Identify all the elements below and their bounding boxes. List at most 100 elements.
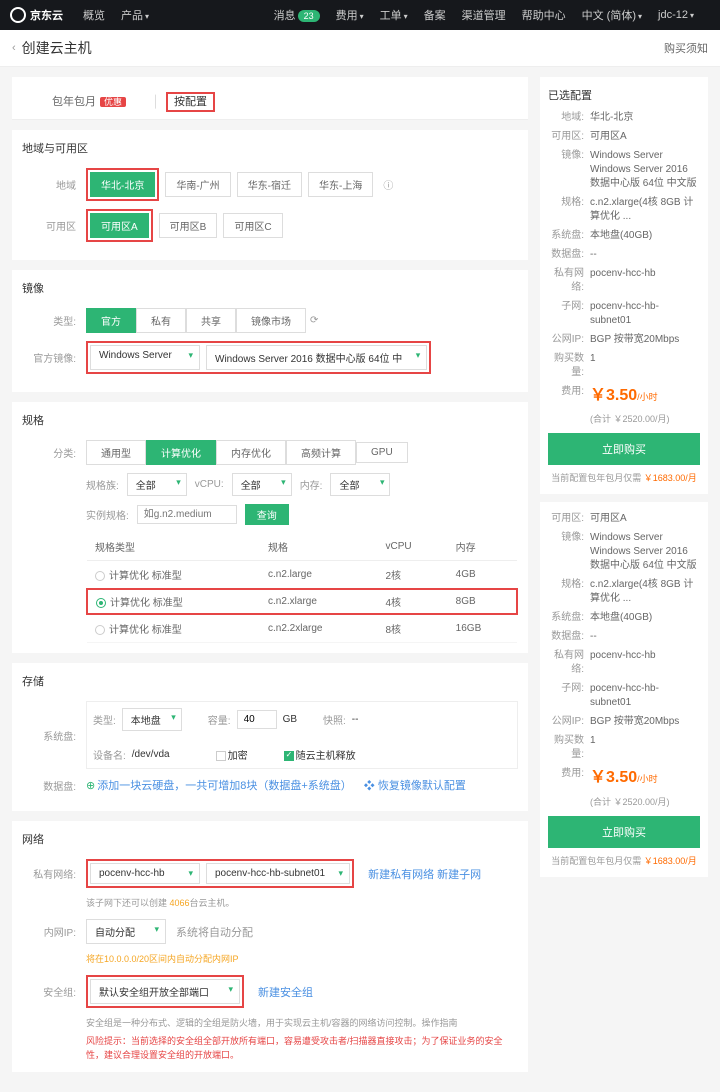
create-sg-link[interactable]: 新建安全组 bbox=[258, 984, 313, 1000]
summary-row: 公网IP:BGP 按带宽20Mbps bbox=[548, 715, 700, 729]
ip-range-hint: 将在10.0.0.0/20区间内自动分配内网IP bbox=[86, 952, 518, 965]
spec-radio[interactable] bbox=[95, 625, 105, 635]
nav-icp[interactable]: 备案 bbox=[424, 7, 446, 23]
nav-overview[interactable]: 概览 bbox=[83, 7, 105, 23]
label-sysdisk: 系统盘: bbox=[22, 728, 86, 743]
config-summary-1: 已选配置 地域:华北-北京可用区:可用区A镜像:Windows Server W… bbox=[540, 77, 708, 494]
fee-label-2: 费用: bbox=[548, 767, 590, 789]
nav-lang[interactable]: 中文 (简体)▾ bbox=[582, 7, 642, 23]
nav-user[interactable]: jdc-12▾ bbox=[658, 9, 694, 21]
sub-price: (合计 ￥2520.00/月) bbox=[590, 412, 700, 425]
add-datadisk-link[interactable]: ⊕添加一块云硬盘，一共可增加8块（数据盘+系统盘） bbox=[86, 777, 352, 793]
region-title: 地域与可用区 bbox=[22, 140, 518, 156]
image-type-market[interactable]: 镜像市场 bbox=[236, 308, 306, 333]
spec-cat-highfreq[interactable]: 高频计算 bbox=[286, 440, 356, 465]
region-chip-suqian[interactable]: 华东-宿迁 bbox=[237, 172, 302, 197]
section-network: 网络 私有网络: pocenv-hcc-hb pocenv-hcc-hb-sub… bbox=[12, 821, 528, 1072]
release-checkbox[interactable] bbox=[284, 751, 294, 761]
label-mem: 内存: bbox=[300, 477, 323, 492]
tab-prepaid[interactable]: 包年包月优惠 bbox=[42, 87, 136, 119]
sg-select[interactable]: 默认安全组开放全部端口 bbox=[90, 979, 240, 1004]
promo-badge: 优惠 bbox=[100, 97, 126, 107]
summary-row: 地域:华北-北京 bbox=[548, 111, 700, 125]
nav-channel[interactable]: 渠道管理 bbox=[462, 7, 506, 23]
info-icon[interactable]: ⟳ bbox=[310, 315, 318, 326]
family-select[interactable]: 全部 bbox=[127, 473, 187, 496]
label-family: 规格族: bbox=[86, 477, 119, 492]
summary-row: 私有网络:pocenv-hcc-hb bbox=[548, 267, 700, 295]
storage-title: 存储 bbox=[22, 673, 518, 689]
image-type-official[interactable]: 官方 bbox=[86, 308, 136, 333]
label-snapshot: 快照: bbox=[323, 712, 346, 727]
spec-search-button[interactable]: 查询 bbox=[245, 504, 289, 525]
caret-down-icon: ▾ bbox=[145, 12, 149, 21]
spec-radio[interactable] bbox=[95, 571, 105, 581]
purchase-notice-link[interactable]: 购买须知 bbox=[664, 40, 708, 56]
disk-type-select[interactable]: 本地盘 bbox=[122, 708, 182, 731]
col-spec: 规格 bbox=[260, 533, 377, 561]
spec-title: 规格 bbox=[22, 412, 518, 428]
back-icon[interactable]: ‹ bbox=[12, 42, 16, 54]
spec-radio[interactable] bbox=[96, 598, 106, 608]
spec-cat-gpu[interactable]: GPU bbox=[356, 442, 408, 463]
billing-tabs: 包年包月优惠 按配置 bbox=[12, 77, 528, 120]
spec-cat-general[interactable]: 通用型 bbox=[86, 440, 146, 465]
region-chip-guangzhou[interactable]: 华南-广州 bbox=[165, 172, 230, 197]
encrypt-label: 加密 bbox=[228, 751, 248, 762]
summary-row: 镜像:Windows Server Windows Server 2016 数据… bbox=[548, 149, 700, 191]
spec-cat-memory[interactable]: 内存优化 bbox=[216, 440, 286, 465]
subnet-select[interactable]: pocenv-hcc-hb-subnet01 bbox=[206, 863, 350, 884]
encrypt-checkbox[interactable] bbox=[216, 751, 226, 761]
summary-row: 子网:pocenv-hcc-hb-subnet01 bbox=[548, 682, 700, 710]
os-version-select[interactable]: Windows Server 2016 数据中心版 64位 中 bbox=[206, 345, 427, 370]
label-ip: 内网IP: bbox=[22, 924, 86, 939]
subnet-hint: 该子网下还可以创建 4066台云主机。 bbox=[86, 896, 518, 909]
spec-row[interactable]: 计算优化 标准型c.n2.large2核4GB bbox=[87, 561, 517, 590]
az-chip-a[interactable]: 可用区A bbox=[90, 213, 149, 238]
os-select[interactable]: Windows Server bbox=[90, 345, 200, 370]
spec-row[interactable]: 计算优化 标准型c.n2.xlarge4核8GB bbox=[87, 589, 517, 614]
highlight-image-select: Windows Server Windows Server 2016 数据中心版… bbox=[86, 341, 431, 374]
price-unit-2: /小时 bbox=[637, 774, 658, 784]
buy-button-2[interactable]: 立即购买 bbox=[548, 816, 700, 848]
image-type-shared[interactable]: 共享 bbox=[186, 308, 236, 333]
sg-warning: 风险提示：当前选择的安全组全部开放所有端口，容易遭受攻击者/扫描器直接攻击；为了… bbox=[86, 1035, 518, 1062]
mem-select[interactable]: 全部 bbox=[330, 473, 390, 496]
highlight-vpc: pocenv-hcc-hb pocenv-hcc-hb-subnet01 bbox=[86, 859, 354, 888]
ip-mode-select[interactable]: 自动分配 bbox=[86, 919, 166, 944]
nav-products[interactable]: 产品▾ bbox=[121, 7, 149, 23]
sg-hint: 安全组是一种分布式、逻辑的全组是防火墙，用于实现云主机/容器的网络访问控制。操作… bbox=[86, 1016, 518, 1029]
summary-title: 已选配置 bbox=[548, 87, 700, 103]
image-type-private[interactable]: 私有 bbox=[136, 308, 186, 333]
label-capacity: 容量: bbox=[208, 712, 231, 727]
section-image: 镜像 类型: 官方 私有 共享 镜像市场 ⟳ 官方镜像: Windows Ser… bbox=[12, 270, 528, 392]
az-chip-c[interactable]: 可用区C bbox=[223, 213, 282, 238]
spec-cat-compute[interactable]: 计算优化 bbox=[146, 440, 216, 465]
brand-logo[interactable]: 京东云 bbox=[10, 7, 63, 23]
price-value-2: ￥3.50 bbox=[590, 769, 637, 786]
region-chip-beijing[interactable]: 华北-北京 bbox=[90, 172, 155, 197]
buy-button[interactable]: 立即购买 bbox=[548, 433, 700, 465]
price-value: ￥3.50 bbox=[590, 387, 637, 404]
nav-tickets[interactable]: 工单▾ bbox=[380, 7, 408, 23]
tab-payg[interactable]: 按配置 bbox=[156, 87, 225, 119]
create-vpc-link[interactable]: 新建私有网络 新建子网 bbox=[368, 866, 481, 882]
capacity-input[interactable] bbox=[237, 710, 277, 729]
summary-row: 购买数量:1 bbox=[548, 734, 700, 762]
summary-row: 规格:c.n2.xlarge(4核 8GB 计算优化 ... bbox=[548, 196, 700, 224]
spec-search-input[interactable] bbox=[137, 505, 237, 524]
label-official-image: 官方镜像: bbox=[22, 350, 86, 365]
spec-row[interactable]: 计算优化 标准型c.n2.2xlarge8核16GB bbox=[87, 614, 517, 643]
info-icon[interactable]: ⓘ bbox=[383, 177, 393, 192]
col-type: 规格类型 bbox=[87, 533, 260, 561]
image-title: 镜像 bbox=[22, 280, 518, 296]
restore-default-link[interactable]: ❖ 恢复镜像默认配置 bbox=[364, 777, 466, 793]
az-chip-b[interactable]: 可用区B bbox=[159, 213, 218, 238]
promo-hint-2: 当前配置包年包月仅需 ￥1683.00/月 bbox=[548, 854, 700, 867]
vpc-select[interactable]: pocenv-hcc-hb bbox=[90, 863, 200, 884]
nav-messages[interactable]: 消息23 bbox=[274, 7, 320, 23]
region-chip-shanghai[interactable]: 华东-上海 bbox=[308, 172, 373, 197]
nav-fees[interactable]: 费用▾ bbox=[336, 7, 364, 23]
nav-help[interactable]: 帮助中心 bbox=[522, 7, 566, 23]
vcpu-select[interactable]: 全部 bbox=[232, 473, 292, 496]
